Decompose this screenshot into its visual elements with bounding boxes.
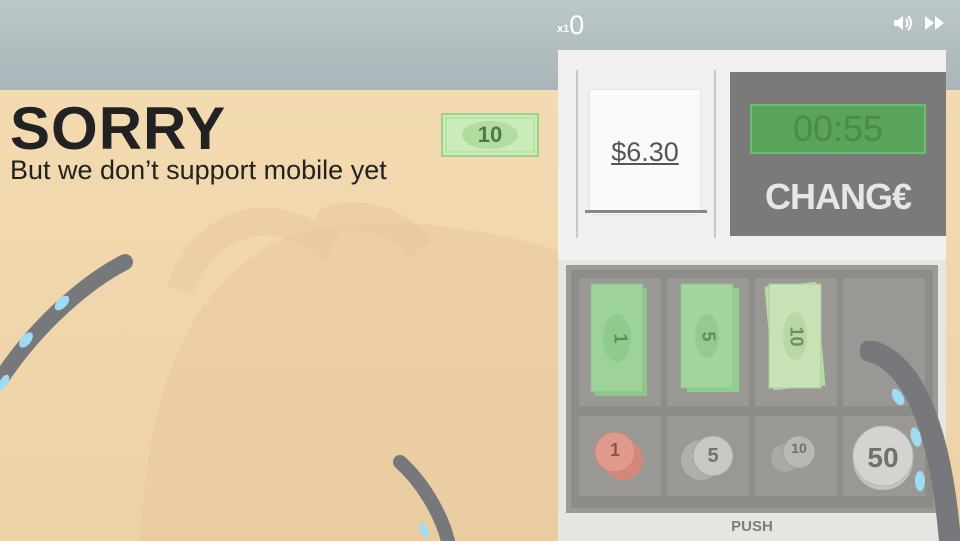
bill-slot-1[interactable]: 1 [579,278,661,406]
floating-bill-value: 10 [477,122,503,147]
floating-bill[interactable]: 10 [441,113,539,157]
score-multiplier: x1 [557,23,570,35]
coin-10-value: 10 [791,440,807,456]
change-label: CHANG€ [764,176,912,217]
bill-slot-5[interactable]: 5 [667,278,749,406]
sorry-subtitle: But we don’t support mobile yet [10,155,387,185]
score-display: x10 [557,10,584,41]
tentacle-right [860,341,960,541]
bill-10-value: 10 [786,326,807,347]
sorry-title: SORRY [10,95,227,162]
coin-slot-1[interactable]: 1 [579,416,661,496]
countdown-timer: 00:55 [750,104,926,154]
receipt: $6.30 [590,90,700,214]
fast-forward-icon[interactable] [924,12,946,34]
bill-1-value: 1 [610,333,631,344]
coin-1-value: 1 [609,440,620,460]
score-value: 0 [569,10,585,40]
bill-slot-10[interactable]: 10 [755,278,837,406]
hud-controls [892,12,946,34]
receipt-amount: $6.30 [611,136,679,167]
change-panel: 00:55 CHANG€ [730,72,946,236]
coin-slot-5[interactable]: 5 [667,416,749,496]
bill-5-value: 5 [698,331,719,342]
coin-slot-10[interactable]: 10 [755,416,837,496]
receipt-tray [585,210,707,213]
coin-5-value: 5 [707,445,719,467]
speaker-icon[interactable] [892,12,914,34]
